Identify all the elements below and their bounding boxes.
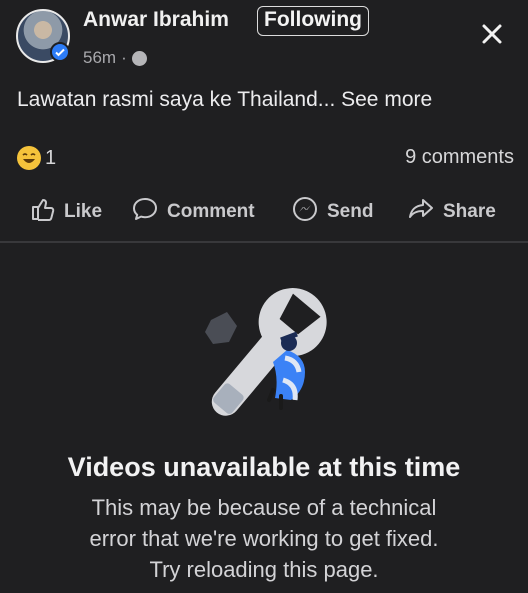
comment-button[interactable]: Comment xyxy=(131,192,255,232)
meta-separator: · xyxy=(121,48,127,67)
close-icon[interactable] xyxy=(478,20,506,48)
comment-bubble-icon xyxy=(131,196,159,228)
comments-count-link[interactable]: 9 comments xyxy=(405,146,514,169)
reaction-summary[interactable]: 1 xyxy=(17,146,56,170)
error-title: Videos unavailable at this time xyxy=(67,452,461,482)
verified-badge-icon xyxy=(50,42,70,62)
action-bar: Like Comment Send Share xyxy=(0,192,528,232)
post-header: Anwar Ibrahim Following 56m · xyxy=(0,0,528,80)
see-more-link[interactable]: See more xyxy=(341,88,432,111)
divider xyxy=(0,241,528,243)
comment-label: Comment xyxy=(167,201,255,222)
messenger-icon xyxy=(291,195,319,229)
share-arrow-icon xyxy=(407,196,435,228)
following-button[interactable]: Following xyxy=(257,6,369,36)
error-line-2: error that we're working to get fixed. xyxy=(89,526,439,551)
share-button[interactable]: Share xyxy=(407,192,496,232)
post-text: Lawatan rasmi saya ke Thailand... See mo… xyxy=(17,88,432,112)
error-line-1: This may be because of a technical xyxy=(91,495,437,520)
globe-icon xyxy=(131,50,147,66)
send-label: Send xyxy=(327,201,374,222)
post-time[interactable]: 56m xyxy=(83,48,116,68)
like-button[interactable]: Like xyxy=(30,192,102,232)
send-button[interactable]: Send xyxy=(291,192,373,232)
like-label: Like xyxy=(64,201,103,222)
reaction-count: 1 xyxy=(45,146,57,169)
post-body: Lawatan rasmi saya ke Thailand... xyxy=(17,88,336,111)
laughing-emoji-icon xyxy=(17,146,41,170)
wrench-illustration xyxy=(185,280,345,430)
error-line-3: Try reloading this page. xyxy=(149,557,379,582)
post-meta: 56m · xyxy=(83,48,147,68)
error-message: This may be because of a technical error… xyxy=(0,492,528,585)
author-name[interactable]: Anwar Ibrahim xyxy=(83,8,229,32)
thumbs-up-icon xyxy=(30,196,56,228)
share-label: Share xyxy=(443,201,496,222)
